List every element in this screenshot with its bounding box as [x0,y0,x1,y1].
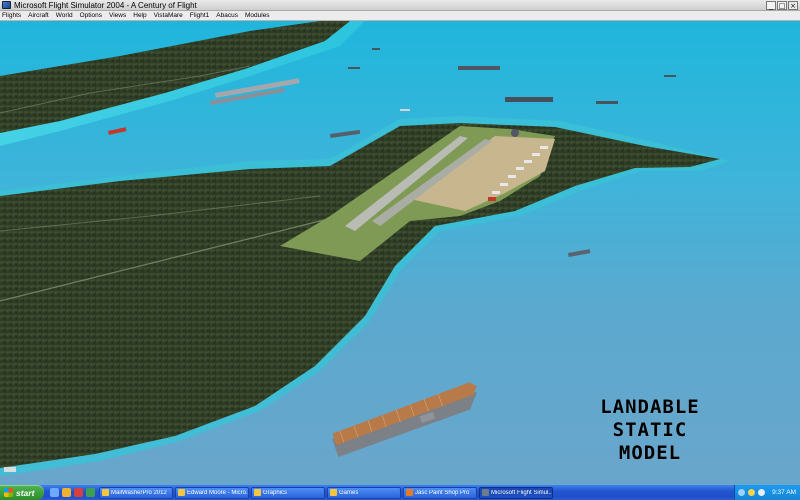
tray-icon[interactable] [738,489,746,496]
menu-vistamare[interactable]: VistaMare [154,12,183,19]
quick-launch-icon[interactable] [86,488,95,497]
hangar [511,129,519,137]
caption-line-2: STATIC [612,419,688,441]
task-flight-simulator[interactable]: Microsoft Flight Simul... [479,486,553,499]
quick-launch-icon[interactable] [50,488,59,497]
small-boat [4,467,16,472]
task-games[interactable]: Games [327,486,401,499]
folder-icon [102,489,109,496]
menu-aircraft[interactable]: Aircraft [28,12,49,19]
menu-bar: Flights Aircraft World Options Views Hel… [0,11,800,21]
maximize-button[interactable]: □ [777,0,787,10]
tray-icon[interactable] [748,489,756,496]
caption-line-1: LANDABLE [600,396,700,418]
menu-flights[interactable]: Flights [2,12,21,19]
window-title: Microsoft Flight Simulator 2004 - A Cent… [14,0,197,10]
task-label: Games [339,489,359,496]
task-mailwasher[interactable]: MailWasherPro 2012 [99,486,173,499]
clock[interactable]: 9:37 AM [772,489,796,496]
system-tray: 9:37 AM [734,485,800,500]
menu-modules[interactable]: Modules [245,12,270,19]
taskbar: start MailWasherPro 2012 Edward Moore - … [0,485,800,500]
task-label: Jasc Paint Shop Pro [415,489,470,496]
minimize-button[interactable]: _ [766,0,776,10]
airplane-icon [482,489,489,496]
task-label: Microsoft Flight Simul... [491,489,552,496]
quick-launch-icon[interactable] [62,488,71,497]
close-button[interactable]: × [788,0,798,10]
caption-line-3: MODEL [618,442,682,464]
window-controls: _ □ × [766,0,798,10]
quick-launch-icon[interactable] [74,488,83,497]
menu-help[interactable]: Help [133,12,146,19]
title-bar: Microsoft Flight Simulator 2004 - A Cent… [0,0,800,11]
windows-flag-icon [4,488,13,497]
menu-options[interactable]: Options [80,12,102,19]
folder-icon [330,489,337,496]
task-paint-shop-pro[interactable]: Jasc Paint Shop Pro [403,486,477,499]
task-label: Edward Moore - Micro... [187,489,248,496]
task-label: MailWasherPro 2012 [111,489,167,496]
start-button[interactable]: start [0,485,44,500]
quick-launch [50,488,95,497]
paint-icon [406,489,413,496]
task-label: Graphics [263,489,288,496]
menu-world[interactable]: World [56,12,73,19]
mail-icon [178,489,185,496]
task-graphics[interactable]: Graphics [251,486,325,499]
simulator-viewport[interactable]: LANDABLE STATIC MODEL [0,21,800,485]
landable-static-model-caption: LANDABLE STATIC MODEL [575,396,725,465]
menu-views[interactable]: Views [109,12,126,19]
app-icon[interactable] [2,1,11,9]
menu-flight1[interactable]: Flight1 [190,12,210,19]
task-list: MailWasherPro 2012 Edward Moore - Micro.… [99,486,734,499]
task-edward-moore[interactable]: Edward Moore - Micro... [175,486,249,499]
folder-icon [254,489,261,496]
start-label: start [16,487,35,498]
tray-icon[interactable] [758,489,766,496]
menu-abacus[interactable]: Abacus [216,12,238,19]
